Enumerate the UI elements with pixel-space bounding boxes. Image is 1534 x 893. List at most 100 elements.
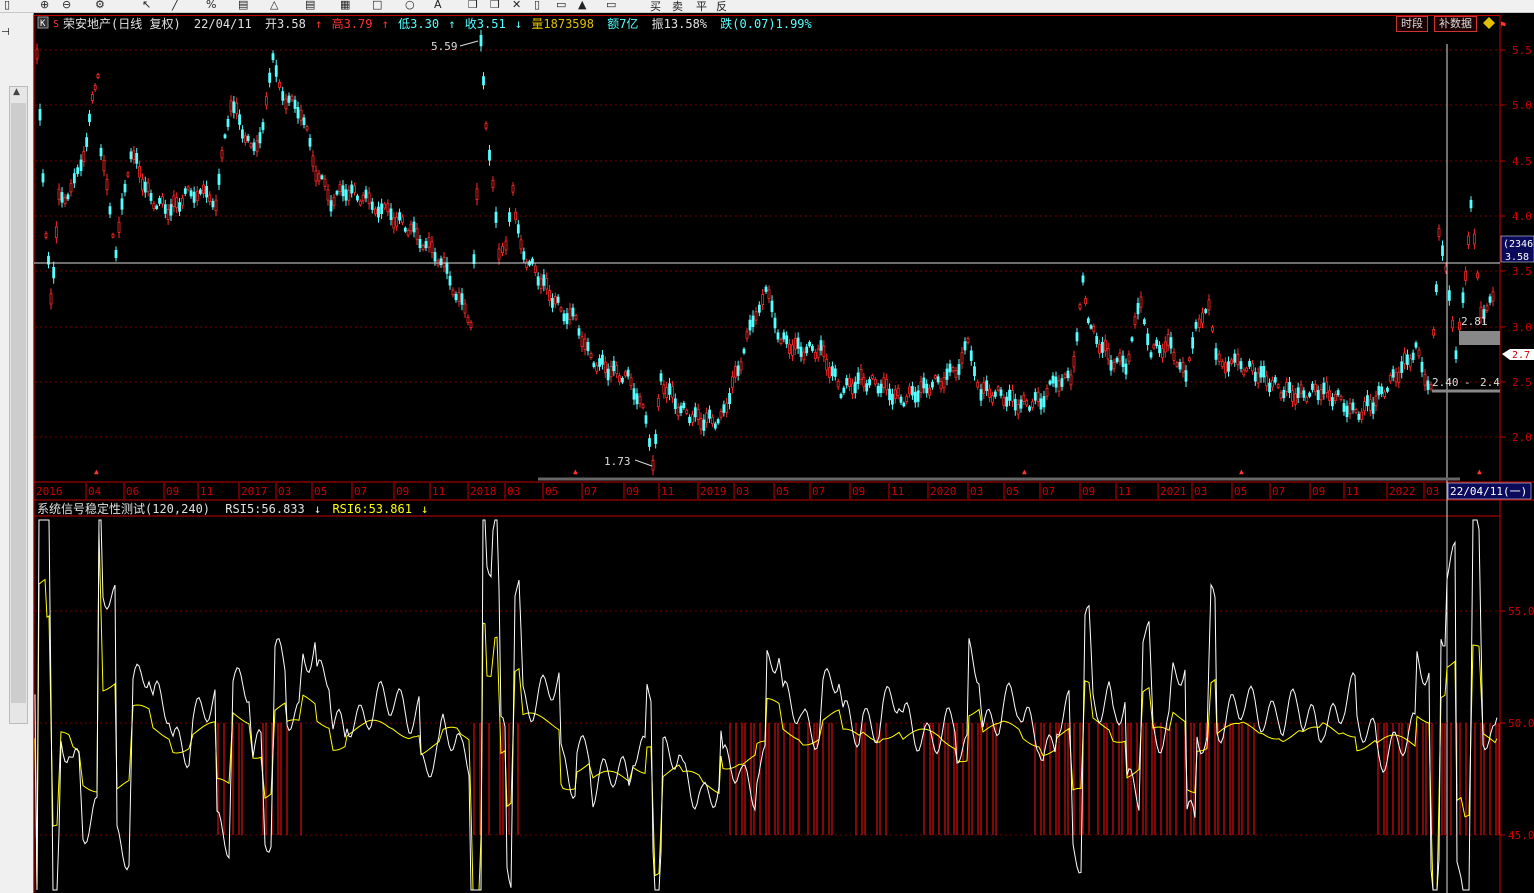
- candle-body: [192, 191, 196, 203]
- chart-canvas[interactable]: K S 荣安地产(日线 复权) 22/04/11 开3.58 ↑ 高3.79 ↑…: [0, 0, 1534, 893]
- candle-body: [308, 138, 312, 147]
- candle-body: [1256, 372, 1260, 384]
- event-marker-icon: ▲: [1477, 467, 1482, 476]
- candle-body: [848, 377, 851, 387]
- date-label: 03: [1426, 485, 1439, 498]
- candle-body: [1397, 371, 1401, 383]
- candle-body: [679, 405, 683, 414]
- candle-body: [1139, 296, 1143, 308]
- date-label: 11: [1346, 485, 1359, 498]
- candle-body: [1172, 351, 1176, 361]
- alert-diamond-icon[interactable]: [1483, 17, 1495, 29]
- candle-body: [813, 351, 817, 360]
- candle-body: [733, 366, 737, 378]
- candle-body: [320, 175, 324, 180]
- flag-icon[interactable]: ⚑: [1500, 20, 1506, 31]
- candle-body: [261, 122, 265, 131]
- candle-body: [748, 319, 752, 331]
- candle-body: [264, 96, 268, 106]
- candle-body: [1106, 348, 1110, 360]
- svg-text:-: -: [1464, 376, 1471, 389]
- candle-body: [1042, 396, 1046, 408]
- candle-body: [1242, 369, 1246, 376]
- candle-body: [1161, 348, 1164, 359]
- candle-body: [808, 341, 811, 347]
- candle-body: [571, 307, 575, 317]
- candle-body: [1045, 388, 1049, 397]
- candle-body: [229, 100, 233, 112]
- candle-body: [1454, 350, 1458, 360]
- candle-body: [665, 387, 669, 399]
- date-label: 05: [314, 485, 327, 498]
- candle-body: [562, 313, 566, 322]
- candle-body: [1259, 366, 1263, 378]
- candle-body: [1051, 375, 1055, 384]
- candle-body: [635, 393, 639, 405]
- candle-body: [195, 190, 199, 202]
- candle-body: [811, 345, 814, 351]
- candle-body: [1169, 337, 1173, 349]
- candle-body: [1447, 290, 1451, 301]
- candle-body: [728, 392, 731, 405]
- candle-body: [761, 294, 765, 305]
- candle-body: [383, 203, 387, 209]
- candle-body: [1299, 384, 1303, 394]
- candle-body: [504, 240, 508, 251]
- candle-body: [862, 377, 866, 388]
- candle-body: [105, 179, 109, 191]
- candle-body: [501, 245, 504, 254]
- candle-body: [621, 377, 624, 383]
- candle-body: [1331, 397, 1334, 407]
- date-label: 2020: [930, 485, 957, 498]
- candle-body: [1411, 352, 1415, 360]
- candle-body: [82, 151, 86, 162]
- price-tick-label: 3.5: [1512, 265, 1532, 278]
- candle-body: [685, 409, 689, 414]
- candle-body: [626, 369, 630, 377]
- candle-body: [421, 245, 425, 250]
- date-label: 07: [584, 485, 597, 498]
- candle-body: [398, 212, 401, 221]
- candle-body: [1039, 398, 1043, 410]
- candle-body: [217, 173, 221, 185]
- candle-body: [1069, 374, 1073, 386]
- candle-body: [1011, 390, 1014, 402]
- candle-body: [931, 381, 934, 388]
- candle-body: [57, 188, 61, 201]
- candle-body: [99, 147, 103, 157]
- candle-body: [1133, 316, 1137, 325]
- candle-body: [1054, 376, 1058, 388]
- candle-body: [367, 192, 371, 205]
- price-tick-label: 5.5: [1512, 44, 1532, 57]
- candle-body: [1313, 383, 1317, 393]
- candle-body: [618, 375, 621, 383]
- candle-body: [111, 233, 115, 238]
- candle-body: [891, 393, 894, 405]
- candle-body: [865, 383, 869, 392]
- candle-body: [1223, 362, 1227, 374]
- candle-body: [1211, 326, 1214, 332]
- candle-body: [565, 313, 569, 325]
- event-marker-icon: ▲: [94, 467, 99, 476]
- indicator-header: 系统信号稳定性测试(120,240) RSI5:56.833 ↓ RSI6:53…: [37, 501, 428, 516]
- candle-body: [1136, 303, 1140, 315]
- candle-body: [380, 203, 384, 214]
- event-marker-icon: ▲: [1022, 467, 1027, 476]
- candle-body: [60, 192, 64, 203]
- candle-body: [44, 232, 48, 238]
- candle-body: [606, 368, 610, 381]
- event-marker-icon: ▲: [1239, 467, 1244, 476]
- candle-body: [1311, 383, 1314, 390]
- candle-body: [991, 395, 994, 403]
- candle-body: [186, 186, 190, 191]
- candle-body: [1149, 352, 1153, 358]
- candle-body: [553, 296, 557, 305]
- candle-body: [957, 364, 961, 375]
- s-badge: S: [53, 19, 59, 30]
- candle-body: [1265, 375, 1269, 387]
- candle-body: [693, 407, 697, 418]
- candle-body: [908, 386, 911, 395]
- candle-body: [132, 150, 136, 160]
- candle-body: [1339, 395, 1343, 401]
- candle-body: [1451, 319, 1455, 329]
